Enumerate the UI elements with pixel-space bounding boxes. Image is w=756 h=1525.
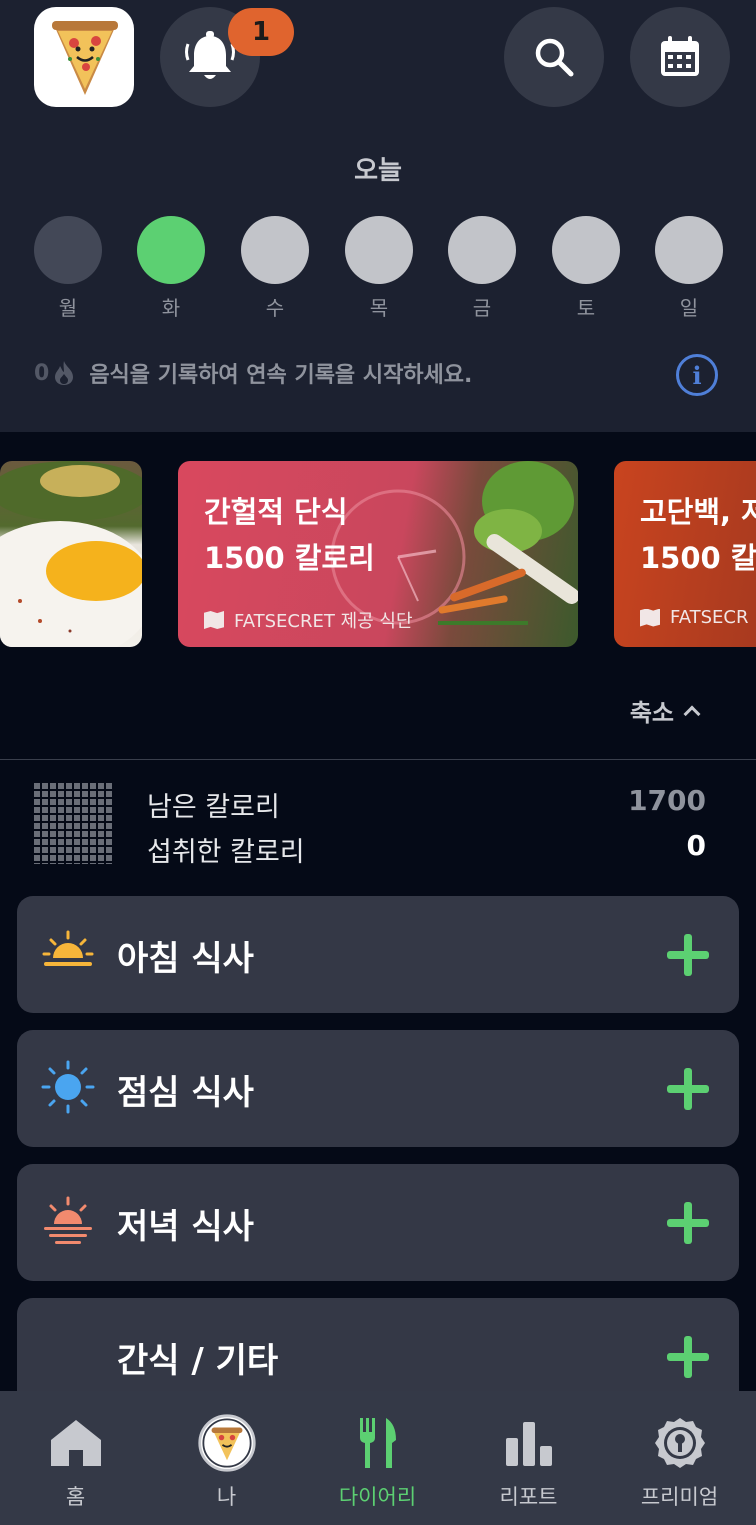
day-label: 화 — [161, 296, 181, 320]
plan-source: FATSECRET 제공 식단 — [204, 607, 413, 633]
calorie-grid-icon — [32, 783, 113, 864]
plan-title: 고단백, 저 — [640, 495, 756, 529]
bar-chart-icon — [505, 1422, 552, 1466]
nav-label: 다이어리 — [338, 1485, 417, 1509]
nav-label: 리포트 — [499, 1485, 558, 1509]
today-label: 오늘 — [354, 156, 402, 186]
day-indicator — [241, 216, 309, 284]
meal-name: 간식 / 기타 — [117, 1341, 279, 1381]
day-indicator — [655, 216, 723, 284]
profile-avatar-icon — [197, 1414, 256, 1472]
day-label: 금 — [472, 296, 492, 320]
chevron-up-icon — [683, 705, 701, 722]
egg-avocado-image — [0, 461, 142, 647]
nav-home[interactable]: 홈 — [0, 1391, 151, 1525]
consumed-calories-value: 0 — [686, 829, 706, 862]
day-indicator — [34, 216, 102, 284]
day-label: 일 — [679, 296, 699, 320]
day-thursday[interactable]: 목 — [345, 216, 413, 321]
nav-premium[interactable]: 프리미엄 — [604, 1391, 755, 1525]
consumed-calories-label: 섭취한 칼로리 — [147, 837, 305, 868]
meal-breakfast[interactable]: 아침 식사 — [17, 896, 739, 1013]
plan-calories: 1500 칼로리 — [204, 541, 375, 575]
day-indicator — [137, 216, 205, 284]
moon-icon — [59, 1340, 75, 1372]
add-lunch-button[interactable] — [667, 1068, 709, 1110]
nav-label: 홈 — [65, 1485, 86, 1509]
remaining-calories-label: 남은 칼로리 — [147, 792, 280, 823]
sunset-icon — [44, 1196, 92, 1244]
add-dinner-button[interactable] — [667, 1202, 709, 1244]
remaining-calories-value: 1700 — [628, 784, 706, 817]
add-breakfast-button[interactable] — [667, 934, 709, 976]
plan-card-high-protein[interactable]: 고단백, 저 1500 칼로 FATSECR — [614, 461, 756, 647]
day-friday[interactable]: 금 — [448, 216, 516, 321]
calendar-button[interactable] — [630, 7, 730, 107]
sun-icon — [41, 1060, 95, 1114]
add-snack-button[interactable] — [667, 1336, 709, 1378]
premium-badge-icon — [654, 1418, 705, 1468]
flame-icon — [55, 361, 74, 385]
nav-label: 프리미엄 — [640, 1485, 719, 1509]
meal-name: 저녁 식사 — [117, 1207, 254, 1247]
day-monday[interactable]: 월 — [34, 216, 102, 321]
day-label: 목 — [369, 296, 389, 320]
day-indicator — [552, 216, 620, 284]
nav-reports[interactable]: 리포트 — [453, 1391, 604, 1525]
day-saturday[interactable]: 토 — [552, 216, 620, 321]
plan-card-food[interactable] — [0, 461, 142, 647]
day-indicator — [448, 216, 516, 284]
day-wednesday[interactable]: 수 — [241, 216, 309, 321]
streak-row: 0 음식을 기록하여 연속 기록을 시작하세요. — [34, 357, 472, 389]
meal-dinner[interactable]: 저녁 식사 — [17, 1164, 739, 1281]
day-sunday[interactable]: 일 — [655, 216, 723, 321]
collapse-label: 축소 — [629, 699, 674, 727]
pizza-avatar-icon — [52, 21, 118, 95]
meal-name: 아침 식사 — [117, 939, 254, 979]
collapse-button[interactable]: 축소 — [629, 693, 701, 728]
meal-lunch[interactable]: 점심 식사 — [17, 1030, 739, 1147]
plan-source-label: FATSECR — [670, 607, 749, 628]
day-label: 토 — [576, 296, 596, 320]
day-indicator — [345, 216, 413, 284]
day-label: 월 — [58, 296, 78, 320]
nav-label: 나 — [216, 1485, 237, 1509]
header-panel: 1 오늘 월 화 수 목 금 토 일 0 음식을 기록하여 연속 기록을 시작하… — [0, 0, 756, 432]
fork-knife-icon — [359, 1418, 396, 1468]
nav-diary[interactable]: 다이어리 — [302, 1391, 453, 1525]
day-tuesday[interactable]: 화 — [137, 216, 205, 321]
info-icon[interactable]: i — [676, 354, 718, 396]
calendar-icon — [661, 36, 699, 76]
nav-me[interactable]: 나 — [151, 1391, 302, 1525]
plan-source-label: FATSECRET 제공 식단 — [234, 611, 413, 632]
profile-avatar-button[interactable] — [34, 7, 134, 107]
meal-name: 점심 식사 — [117, 1073, 254, 1113]
sunrise-icon — [42, 930, 94, 966]
streak-count: 0 — [34, 360, 50, 386]
bottom-navigation: 홈 나 다이어리 리포트 프리미엄 — [0, 1391, 756, 1525]
divider — [0, 759, 756, 760]
search-button[interactable] — [504, 7, 604, 107]
streak-message: 음식을 기록하여 연속 기록을 시작하세요. — [89, 363, 473, 388]
plan-title: 간헐적 단식 — [204, 495, 348, 529]
plan-calories: 1500 칼로 — [640, 541, 756, 575]
day-label: 수 — [265, 296, 285, 320]
notification-count-badge: 1 — [228, 8, 294, 56]
map-icon — [204, 611, 224, 629]
search-icon — [535, 38, 574, 77]
map-icon — [640, 608, 660, 627]
plan-card-intermittent-fasting[interactable]: 간헐적 단식 1500 칼로리 FATSECRET 제공 식단 — [178, 461, 578, 647]
home-icon — [50, 1420, 101, 1466]
plan-source: FATSECR — [640, 607, 749, 628]
